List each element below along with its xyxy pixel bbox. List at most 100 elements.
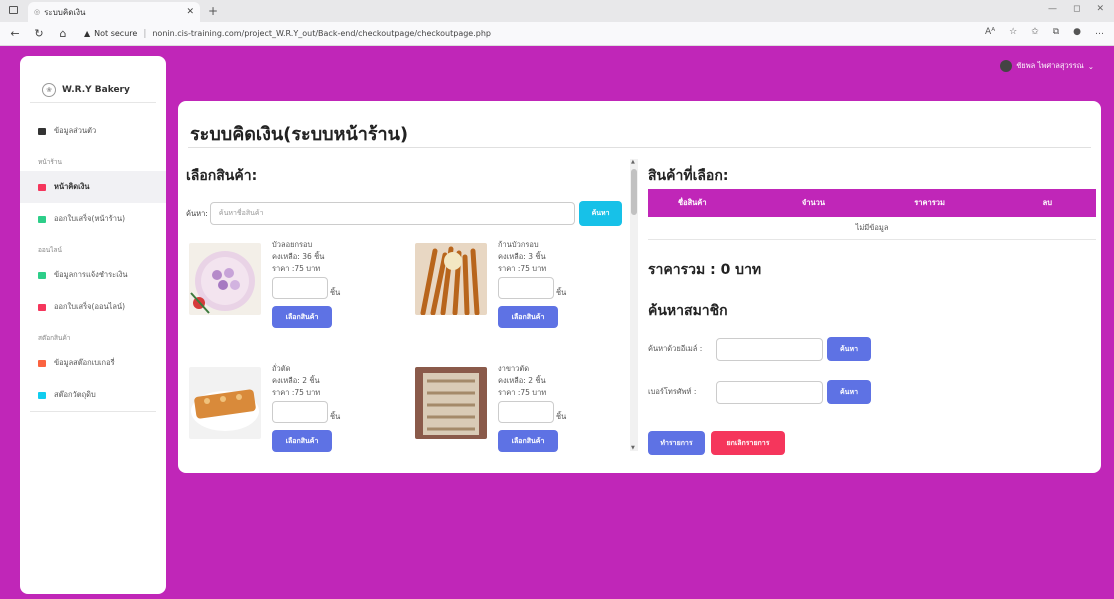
home-icon[interactable]: ⌂ <box>54 27 72 40</box>
product-image <box>415 243 487 315</box>
product-card: ก้านบัวกรอบ คงเหลือ: 3 ชิ้น ราคา :75 บาท… <box>412 239 622 359</box>
email-search-button[interactable]: ค้นหา <box>827 337 871 361</box>
chevron-down-icon: ⌄ <box>1087 61 1094 71</box>
product-price: ราคา :75 บาท <box>498 264 547 273</box>
scroll-thumb[interactable] <box>631 169 637 215</box>
product-card: งาขาวตัด คงเหลือ: 2 ชิ้น ราคา :75 บาท ชิ… <box>412 363 622 457</box>
quantity-input[interactable] <box>272 401 328 423</box>
brand-name: W.R.Y Bakery <box>62 85 130 95</box>
sidebar-item-stock-material[interactable]: สต๊อกวัตถุดิบ <box>20 379 166 411</box>
tab-title: ระบบคิดเงิน <box>44 7 86 17</box>
receipt-icon <box>38 215 46 223</box>
address-bar: ← ↻ ⌂ ▲ Not secure | nonin.cis-training.… <box>0 22 1114 46</box>
quantity-input[interactable] <box>272 277 328 299</box>
product-name: งาขาวตัด <box>498 364 530 373</box>
product-search-input[interactable]: ค้นหาชื่อสินค้า <box>209 202 576 225</box>
security-warning[interactable]: ▲ Not secure <box>84 29 137 38</box>
window-controls: — ◻ ✕ <box>1048 4 1104 14</box>
product-info: บัวลอยกรอบ คงเหลือ: 36 ชิ้น ราคา :75 บาท… <box>272 239 340 328</box>
receipt-icon <box>38 303 46 311</box>
sidebar-item-receipt-store[interactable]: ออกใบเสร็จ(หน้าร้าน) <box>20 203 166 235</box>
product-card: บัวลอยกรอบ คงเหลือ: 36 ชิ้น ราคา :75 บาท… <box>186 239 396 359</box>
product-stock: คงเหลือ: 3 ชิ้น <box>498 252 546 261</box>
submit-order-button[interactable]: ทำรายการ <box>648 431 705 455</box>
sidebar: ❀ W.R.Y Bakery ข้อมูลส่วนตัว หน้าร้าน หน… <box>20 56 166 594</box>
action-buttons: ทำรายการ ยกเลิกรายการ <box>648 431 785 455</box>
column-header: ลบ <box>1012 189 1096 217</box>
select-title: เลือกสินค้า: <box>186 168 258 184</box>
avatar <box>1000 60 1013 72</box>
sidebar-item-profile[interactable]: ข้อมูลส่วนตัว <box>20 115 166 147</box>
unit-label: ชิ้น <box>330 412 341 421</box>
user-menu[interactable]: ชัยพล ไพศาลสุวรรณ ⌄ <box>1000 60 1094 72</box>
cart-table: ชื่อสินค้า จำนวน ราคารวม ลบ ไม่มีข้อมูล <box>648 189 1096 240</box>
phone-field[interactable] <box>716 380 823 404</box>
new-tab-icon[interactable]: + <box>208 4 218 18</box>
product-scrollbar[interactable]: ▲ ▼ <box>630 159 638 451</box>
pick-product-button[interactable]: เลือกสินค้า <box>272 430 332 452</box>
sidebar-divider <box>30 411 156 412</box>
phone-search-row: เบอร์โทรศัพท์ : ค้นหา <box>648 380 871 404</box>
sidebar-section-store: หน้าร้าน <box>38 158 62 166</box>
pick-product-button[interactable]: เลือกสินค้า <box>272 306 332 328</box>
profile-icon[interactable]: ● <box>1073 27 1081 37</box>
search-label: ค้นหา: <box>186 208 208 218</box>
page-title: ระบบคิดเงิน(ระบบหน้าร้าน) <box>190 124 409 145</box>
brand[interactable]: ❀ W.R.Y Bakery <box>20 56 166 102</box>
product-image <box>415 367 487 439</box>
tab-close-icon[interactable]: ✕ <box>186 7 194 17</box>
sidebar-item-stock-bakery[interactable]: ข้อมูลสต๊อกเบเกอรี่ <box>20 347 166 379</box>
sidebar-item-payment-info[interactable]: ข้อมูลการแจ้งชำระเงิน <box>20 259 166 291</box>
collections-icon[interactable]: ⧉ <box>1053 27 1059 37</box>
product-image <box>189 243 261 315</box>
favorites-add-icon[interactable]: ☆ <box>1009 27 1017 37</box>
quantity-input[interactable] <box>498 277 554 299</box>
phone-search-button[interactable]: ค้นหา <box>827 380 871 404</box>
product-search-button[interactable]: ค้นหา <box>579 201 622 226</box>
product-stock: คงเหลือ: 2 ชิ้น <box>272 376 320 385</box>
browser-tabbar: ◎ ระบบคิดเงิน ✕ + — ◻ ✕ <box>0 0 1114 22</box>
register-icon <box>38 183 46 191</box>
pick-product-button[interactable]: เลือกสินค้า <box>498 430 558 452</box>
minimize-icon[interactable]: — <box>1048 4 1057 14</box>
sidebar-item-checkout[interactable]: หน้าคิดเงิน <box>20 171 166 203</box>
cart-panel: สินค้าที่เลือก: ชื่อสินค้า จำนวน ราคารวม… <box>648 157 1096 467</box>
logo-icon: ❀ <box>42 83 56 97</box>
email-field[interactable] <box>716 337 823 361</box>
product-info: ก้านบัวกรอบ คงเหลือ: 3 ชิ้น ราคา :75 บาท… <box>498 239 566 328</box>
checkout-card: ระบบคิดเงิน(ระบบหน้าร้าน) เลือกสินค้า: ค… <box>178 101 1101 473</box>
quantity-input[interactable] <box>498 401 554 423</box>
browser-toolbar: Aᴬ ☆ ✩ ⧉ ● … <box>985 27 1104 37</box>
back-icon[interactable]: ← <box>6 27 24 40</box>
more-icon[interactable]: … <box>1095 27 1104 37</box>
product-name: ถั่วตัด <box>272 364 291 373</box>
column-header: ชื่อสินค้า <box>648 189 772 217</box>
browser-tab[interactable]: ◎ ระบบคิดเงิน ✕ <box>28 2 200 22</box>
restore-icon[interactable]: ◻ <box>1073 4 1080 14</box>
email-search-row: ค้นหาด้วยอีเมล์ : ค้นหา <box>648 337 871 361</box>
cancel-order-button[interactable]: ยกเลิกรายการ <box>711 431 785 455</box>
sidebar-item-receipt-online[interactable]: ออกใบเสร็จ(ออนไลน์) <box>20 291 166 323</box>
warning-icon: ▲ <box>84 29 91 38</box>
unit-label: ชิ้น <box>330 288 341 297</box>
product-name: ก้านบัวกรอบ <box>498 240 539 249</box>
window-menu-icon[interactable] <box>9 6 18 14</box>
sidebar-section-stock: สต๊อกสินค้า <box>38 334 71 342</box>
product-card: ถั่วตัด คงเหลือ: 2 ชิ้น ราคา :75 บาท ชิ้… <box>186 363 396 457</box>
refresh-icon[interactable]: ↻ <box>30 27 48 40</box>
scroll-down-icon[interactable]: ▼ <box>631 445 635 451</box>
id-card-icon <box>38 127 46 135</box>
url-field[interactable]: nonin.cis-training.com/project_W.R.Y_out… <box>152 29 491 38</box>
window-close-icon[interactable]: ✕ <box>1096 4 1104 14</box>
product-price: ราคา :75 บาท <box>498 388 547 397</box>
member-search-title: ค้นหาสมาชิก <box>648 303 728 319</box>
product-stock: คงเหลือ: 36 ชิ้น <box>272 252 325 261</box>
scroll-up-icon[interactable]: ▲ <box>631 159 635 165</box>
cart-title: สินค้าที่เลือก: <box>648 168 729 184</box>
user-name: ชัยพล ไพศาลสุวรรณ <box>1016 61 1084 70</box>
read-aloud-icon[interactable]: Aᴬ <box>985 27 995 37</box>
pick-product-button[interactable]: เลือกสินค้า <box>498 306 558 328</box>
favorites-icon[interactable]: ✩ <box>1031 27 1039 37</box>
boxes-icon <box>38 359 46 367</box>
empty-message: ไม่มีข้อมูล <box>648 217 1096 240</box>
